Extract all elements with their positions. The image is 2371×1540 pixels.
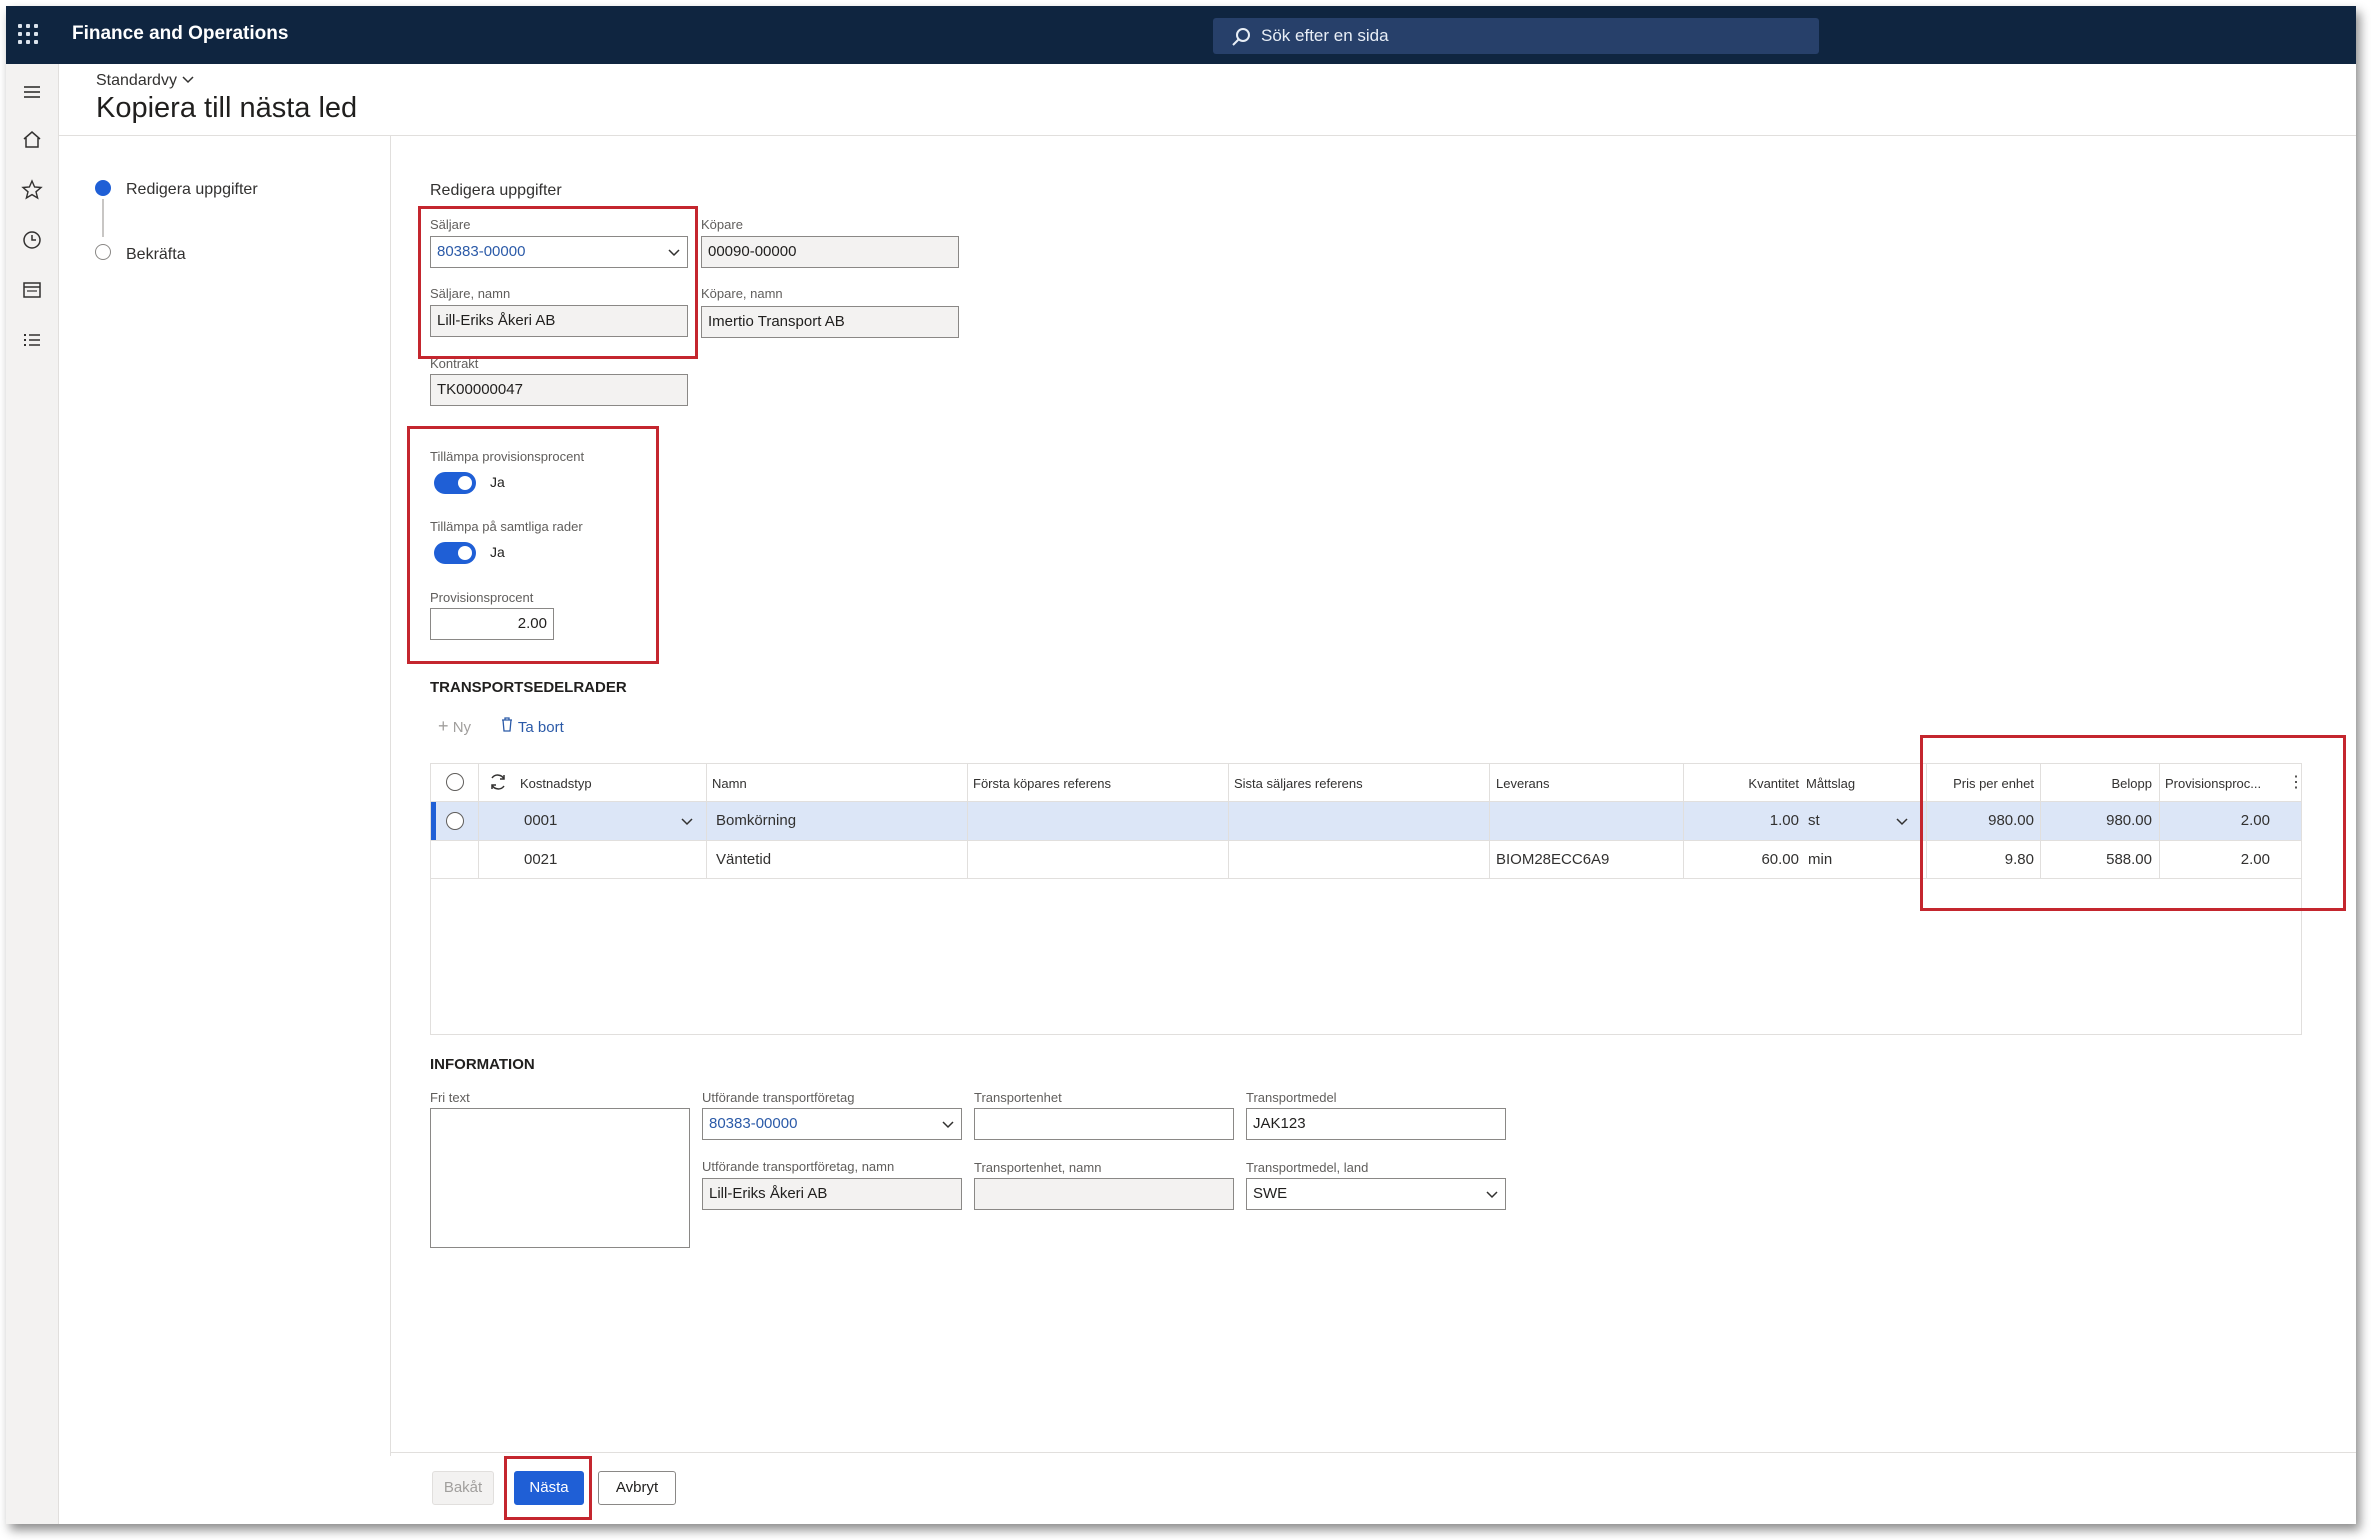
highlight-next-button [504, 1456, 592, 1520]
trash-icon [502, 717, 512, 732]
chevron-down-icon[interactable] [941, 1117, 955, 1131]
free-text-label: Fri text [430, 1090, 470, 1105]
buyer-name-label: Köpare, namn [701, 286, 783, 301]
footer-divider [391, 1452, 2356, 1453]
cell-name[interactable]: Bomkörning [716, 812, 796, 829]
cell-name[interactable]: Väntetid [716, 851, 771, 868]
vehicle-label: Transportmedel [1246, 1090, 1337, 1105]
carrier-name-field[interactable]: Lill-Eriks Åkeri AB [702, 1178, 962, 1210]
col-header-name[interactable]: Namn [712, 776, 747, 791]
carrier-label: Utförande transportföretag [702, 1090, 855, 1105]
delete-line-button[interactable]: Ta bort [500, 716, 564, 736]
chevron-down-icon [182, 76, 194, 84]
col-header-quantity[interactable]: Kvantitet [1743, 776, 1799, 791]
column-divider [478, 764, 479, 878]
vehicle-country-field[interactable]: SWE [1246, 1178, 1506, 1210]
navigation-rail [6, 64, 59, 1524]
search-icon [1232, 28, 1250, 46]
column-divider [706, 764, 707, 878]
cell-delivery[interactable]: BIOM28ECC6A9 [1496, 851, 1609, 868]
cell-cost-type[interactable]: 0001 [524, 812, 557, 829]
cancel-button[interactable]: Avbryt [598, 1471, 676, 1505]
buyer-label: Köpare [701, 217, 743, 232]
step-active-indicator [95, 180, 111, 196]
header-divider [58, 135, 2356, 136]
carrier-value: 80383-00000 [709, 1115, 798, 1132]
new-line-label: Ny [452, 719, 472, 736]
vehicle-field[interactable]: JAK123 [1246, 1108, 1506, 1140]
chevron-down-icon[interactable] [1485, 1187, 1499, 1201]
cell-cost-type[interactable]: 0021 [524, 851, 557, 868]
col-header-last-seller-ref[interactable]: Sista säljares referens [1234, 776, 1363, 791]
refresh-icon[interactable] [488, 772, 508, 792]
info-section-title: INFORMATION [430, 1056, 535, 1073]
chevron-down-icon[interactable] [1895, 814, 1909, 828]
app-window: Finance and Operations Sök efter en sida [6, 6, 2356, 1524]
top-bar: Finance and Operations Sök efter en sida [6, 6, 2356, 64]
new-line-button[interactable]: + Ny [438, 716, 471, 737]
chevron-down-icon[interactable] [680, 814, 694, 828]
step-connector [102, 199, 104, 237]
carrier-field[interactable]: 80383-00000 [702, 1108, 962, 1140]
transport-unit-name-field[interactable] [974, 1178, 1234, 1210]
app-launcher-icon[interactable] [18, 24, 40, 46]
app-title[interactable]: Finance and Operations [72, 23, 288, 45]
steps-divider [390, 136, 391, 1456]
workspace-icon[interactable] [20, 278, 44, 302]
back-button[interactable]: Bakåt [432, 1471, 494, 1505]
highlight-pricing-columns [1920, 735, 2346, 911]
step-confirm[interactable]: Bekräfta [126, 246, 186, 264]
column-divider [1489, 764, 1490, 878]
step-inactive-indicator [95, 244, 111, 260]
page-title: Kopiera till nästa led [96, 92, 358, 124]
search-placeholder: Sök efter en sida [1261, 26, 1389, 45]
cell-quantity[interactable]: 1.00 [1726, 812, 1799, 829]
lines-section-title: TRANSPORTSEDELRADER [430, 679, 627, 696]
cell-unit[interactable]: min [1808, 851, 1832, 868]
transport-unit-label: Transportenhet [974, 1090, 1062, 1105]
cell-quantity[interactable]: 60.00 [1726, 851, 1799, 868]
cell-unit[interactable]: st [1808, 812, 1820, 829]
view-label: Standardvy [96, 72, 177, 89]
carrier-name-label: Utförande transportföretag, namn [702, 1159, 895, 1174]
vehicle-country-value: SWE [1253, 1185, 1288, 1202]
delete-line-label: Ta bort [517, 719, 564, 736]
search-box[interactable]: Sök efter en sida [1213, 18, 1819, 54]
row-select-radio[interactable] [446, 812, 464, 830]
col-header-cost-type[interactable]: Kostnadstyp [520, 776, 592, 791]
vehicle-country-label: Transportmedel, land [1246, 1160, 1369, 1175]
star-icon[interactable] [20, 178, 44, 202]
highlight-commission [407, 426, 659, 664]
modules-list-icon[interactable] [20, 328, 44, 352]
contract-field[interactable]: TK00000047 [430, 374, 688, 406]
step-edit-details[interactable]: Redigera uppgifter [126, 181, 258, 199]
select-all-radio[interactable] [446, 773, 464, 791]
buyer-name-field[interactable]: Imertio Transport AB [701, 306, 959, 338]
col-header-first-buyer-ref[interactable]: Första köpares referens [973, 776, 1111, 791]
buyer-field[interactable]: 00090-00000 [701, 236, 959, 268]
transport-unit-field[interactable] [974, 1108, 1234, 1140]
free-text-field[interactable] [430, 1108, 690, 1248]
plus-icon: + [438, 716, 449, 736]
hamburger-menu-icon[interactable] [20, 80, 44, 104]
view-selector[interactable]: Standardvy [96, 72, 195, 90]
column-divider [1228, 764, 1229, 878]
transport-unit-name-label: Transportenhet, namn [974, 1160, 1102, 1175]
col-header-delivery[interactable]: Leverans [1496, 776, 1549, 791]
section-title-edit: Redigera uppgifter [430, 182, 562, 199]
highlight-seller [418, 206, 698, 359]
column-divider [967, 764, 968, 878]
column-divider [1683, 764, 1684, 878]
home-icon[interactable] [20, 128, 44, 152]
clock-icon[interactable] [20, 228, 44, 252]
col-header-unit[interactable]: Måttslag [1806, 776, 1855, 791]
